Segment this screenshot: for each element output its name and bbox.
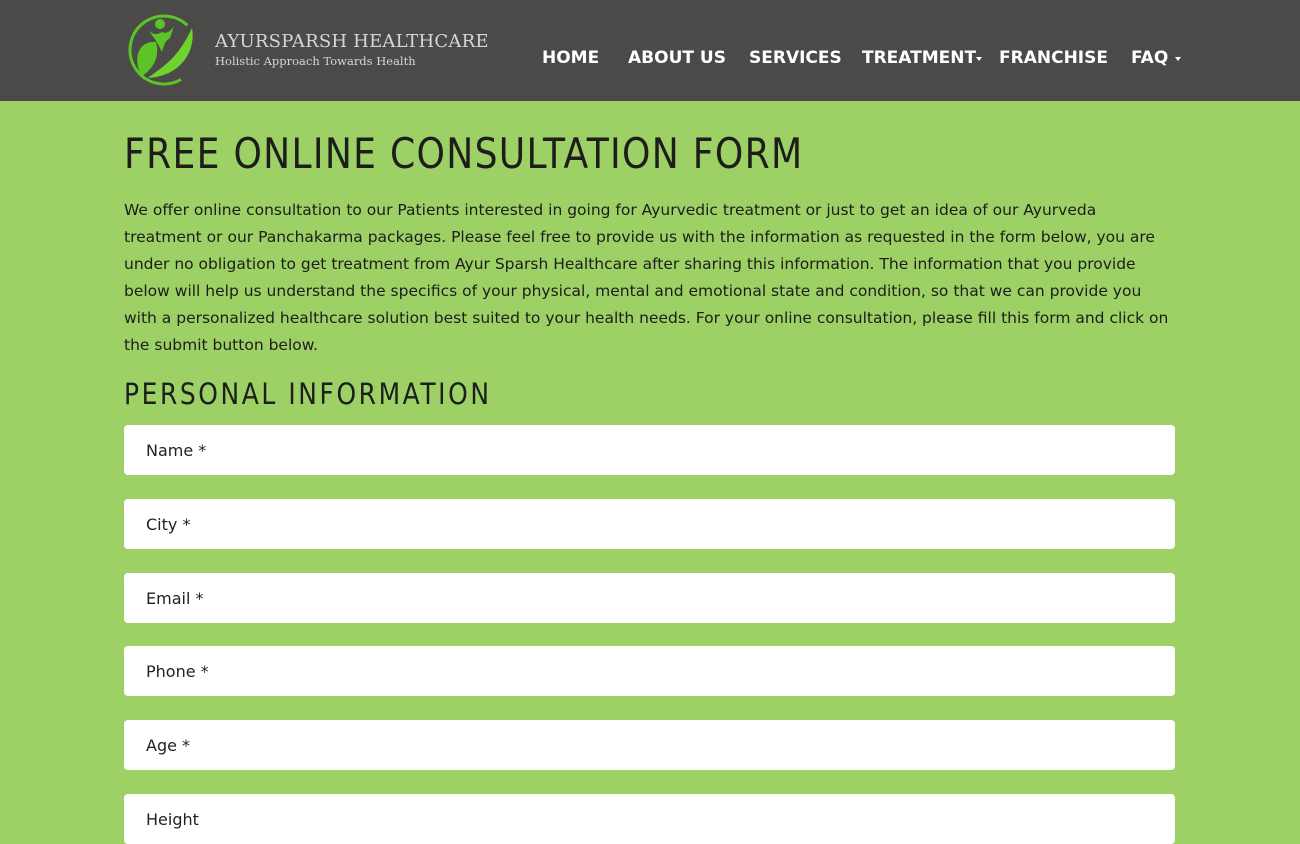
nav-item-services[interactable]: SERVICES: [749, 47, 842, 69]
email-field[interactable]: [124, 573, 1175, 623]
city-field[interactable]: [124, 499, 1175, 549]
section-title-personal-information: PERSONAL INFORMATION: [124, 377, 492, 411]
nav-item-franchise[interactable]: FRANCHISE: [999, 47, 1108, 69]
nav-item-about-us[interactable]: ABOUT US: [628, 47, 726, 69]
name-field[interactable]: [124, 425, 1175, 475]
nav-item-faq[interactable]: FAQ: [1131, 47, 1168, 69]
brand-name[interactable]: AYURSPARSH HEALTHCARE: [215, 31, 489, 52]
site-header: AYURSPARSH HEALTHCARE Holistic Approach …: [0, 0, 1300, 101]
brand-tagline: Holistic Approach Towards Health: [215, 54, 416, 68]
faq-dropdown-caret-icon[interactable]: [1175, 57, 1181, 61]
phone-field[interactable]: [124, 646, 1175, 696]
page-title: FREE ONLINE CONSULTATION FORM: [124, 129, 804, 178]
nav-item-treatment[interactable]: TREATMENT: [862, 47, 976, 69]
age-field[interactable]: [124, 720, 1175, 770]
nav-item-home[interactable]: HOME: [542, 47, 599, 69]
leaf-person-logo-icon[interactable]: [126, 10, 202, 88]
treatment-dropdown-caret-icon[interactable]: [976, 57, 982, 61]
height-field[interactable]: [124, 794, 1175, 844]
intro-paragraph: We offer online consultation to our Pati…: [124, 201, 1169, 354]
